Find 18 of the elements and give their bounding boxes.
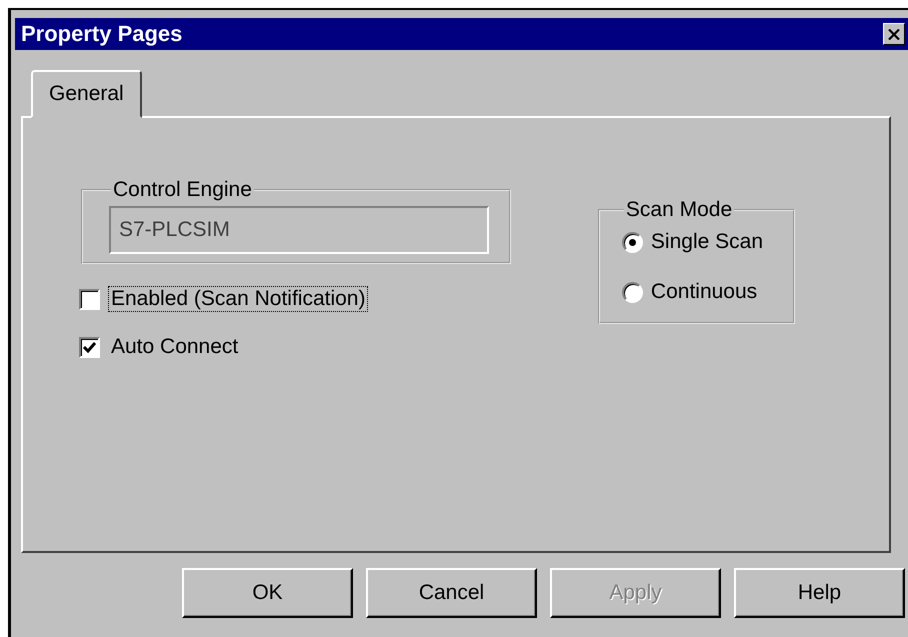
checkbox-label: Auto Connect [110, 334, 240, 360]
dialog-button[interactable]: OK [182, 568, 353, 618]
radio-button[interactable] [622, 282, 643, 302]
dialog-button[interactable]: Cancel [366, 568, 537, 618]
radio-label: Continuous [650, 280, 758, 304]
close-button[interactable] [883, 23, 905, 45]
group-label: Control Engine [112, 178, 253, 202]
checkbox[interactable] [79, 288, 100, 310]
window-title: Property Pages [21, 21, 182, 47]
checkbox-label: Enabled (Scan Notification) [108, 286, 368, 312]
radio-label: Single Scan [650, 230, 763, 254]
dialog-button[interactable]: Help [734, 568, 905, 618]
checkbox[interactable] [79, 336, 100, 358]
check-icon [83, 342, 96, 352]
radio-button[interactable] [622, 232, 643, 252]
close-icon [888, 28, 900, 40]
tab[interactable]: General [31, 70, 142, 118]
group-label: Scan Mode [624, 198, 734, 222]
